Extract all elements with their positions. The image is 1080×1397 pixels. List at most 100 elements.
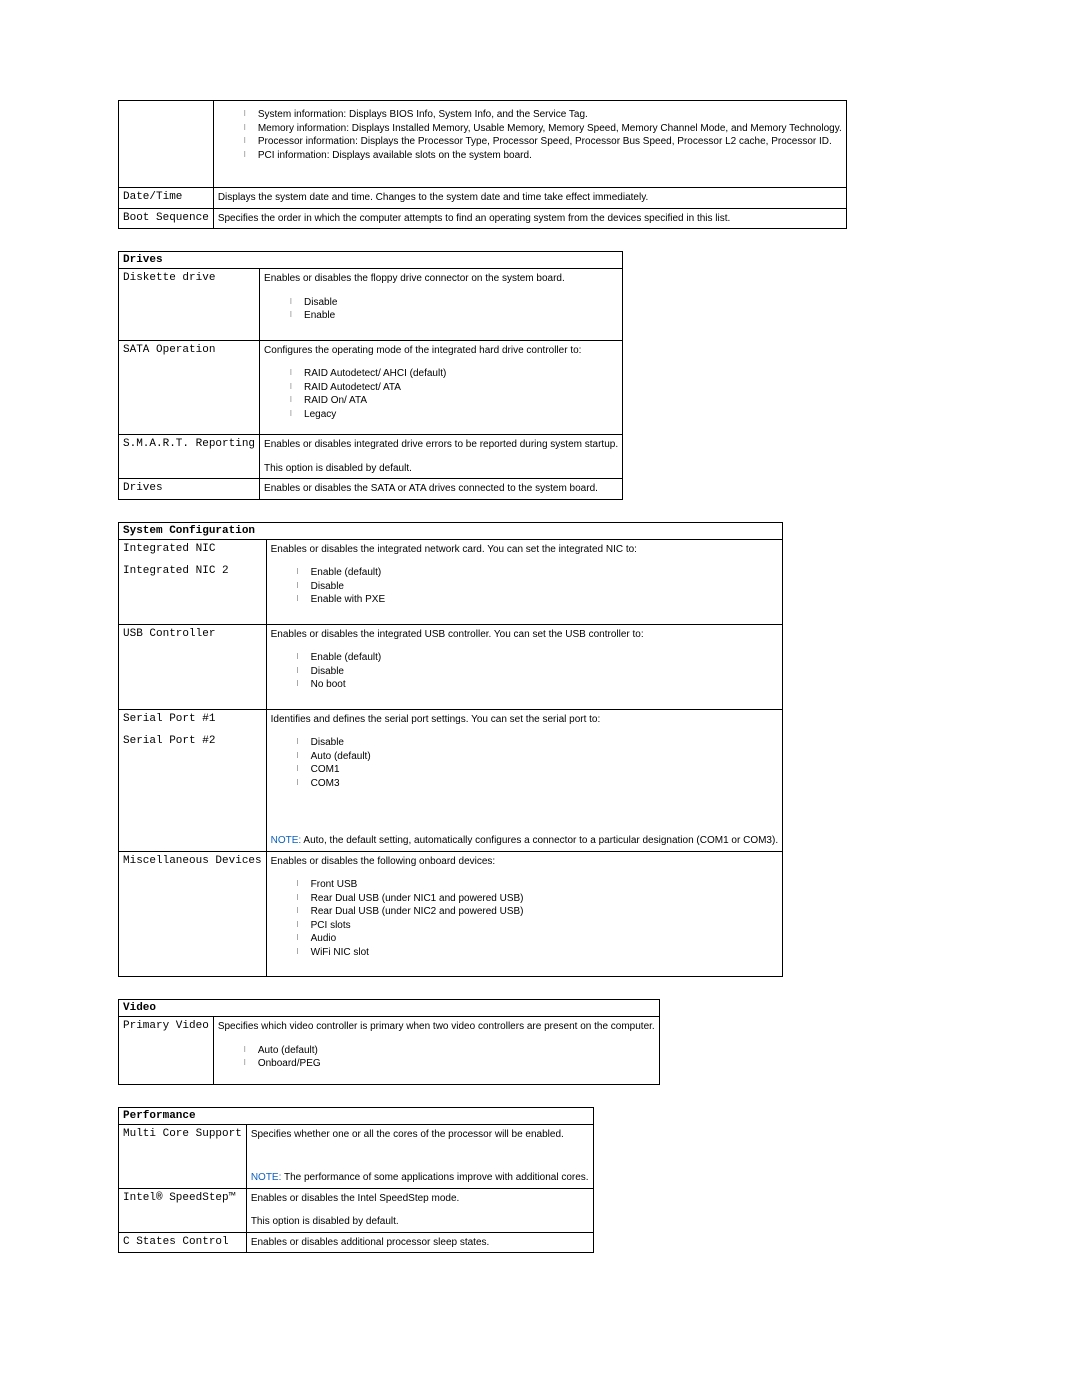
row-label: S.M.A.R.T. Reporting [119, 435, 260, 479]
row-content: Enables or disables the floppy drive con… [260, 269, 623, 341]
row-content: Displays the system date and time. Chang… [213, 188, 846, 209]
bullet-list: Front USB Rear Dual USB (under NIC1 and … [297, 878, 778, 959]
row-content: Specifies whether one or all the cores o… [246, 1124, 593, 1188]
list-item: Onboard/PEG [244, 1057, 655, 1071]
list-item: Disable [290, 296, 618, 310]
table-row: Boot Sequence Specifies the order in whi… [119, 208, 847, 229]
row-label: Multi Core Support [119, 1124, 247, 1188]
list-item: COM1 [297, 763, 778, 777]
row-content: Enables or disables the SATA or ATA driv… [260, 479, 623, 500]
table-header: Drives [119, 252, 623, 269]
bullet-list: Disable Auto (default) COM1 COM3 [297, 736, 778, 790]
table-row: Primary Video Specifies which video cont… [119, 1017, 660, 1085]
description-text: Specifies whether one or all the cores o… [251, 1129, 564, 1140]
table-header-row: Video [119, 1000, 660, 1017]
table-header-row: System Configuration [119, 522, 783, 539]
list-item: Auto (default) [244, 1044, 655, 1058]
list-item: Disable [297, 580, 778, 594]
list-item: Enable with PXE [297, 593, 778, 607]
table-drives: Drives Diskette drive Enables or disable… [118, 251, 623, 500]
note-prefix: NOTE: [271, 835, 302, 846]
row-label: Miscellaneous Devices [119, 851, 267, 977]
table-row: Serial Port #1 Serial Port #2 Identifies… [119, 709, 783, 851]
note-text: The performance of some applications imp… [281, 1172, 588, 1183]
row-label: Primary Video [119, 1017, 214, 1085]
list-item: Enable (default) [297, 566, 778, 580]
row-label: Drives [119, 479, 260, 500]
label-line: Integrated NIC 2 [123, 565, 262, 577]
table-row: System information: Displays BIOS Info, … [119, 101, 847, 188]
list-item: WiFi NIC slot [297, 946, 778, 960]
bullet-list: Enable (default) Disable Enable with PXE [297, 566, 778, 607]
table-header-row: Drives [119, 252, 623, 269]
list-item: RAID Autodetect/ ATA [290, 381, 618, 395]
list-item: Audio [297, 932, 778, 946]
list-item: Rear Dual USB (under NIC1 and powered US… [297, 892, 778, 906]
note-text: Auto, the default setting, automatically… [301, 835, 778, 846]
row-content: Specifies which video controller is prim… [213, 1017, 659, 1085]
list-item: Auto (default) [297, 750, 778, 764]
note-prefix: NOTE: [251, 1172, 282, 1183]
table-row: S.M.A.R.T. Reporting Enables or disables… [119, 435, 623, 479]
table-general: System information: Displays BIOS Info, … [118, 100, 847, 229]
table-header: Performance [119, 1107, 594, 1124]
table-row: Date/Time Displays the system date and t… [119, 188, 847, 209]
table-row: C States Control Enables or disables add… [119, 1232, 594, 1253]
list-item: Disable [297, 736, 778, 750]
table-row: SATA Operation Configures the operating … [119, 340, 623, 435]
table-row: Intel® SpeedStep™ Enables or disables th… [119, 1188, 594, 1232]
bullet-list: Auto (default) Onboard/PEG [244, 1044, 655, 1071]
page: System information: Displays BIOS Info, … [0, 0, 1080, 1397]
row-content: Specifies the order in which the compute… [213, 208, 846, 229]
list-item: RAID Autodetect/ AHCI (default) [290, 367, 618, 381]
row-label: Integrated NIC Integrated NIC 2 [119, 539, 267, 624]
row-content: Enables or disables the integrated USB c… [266, 624, 782, 709]
bullet-list: System information: Displays BIOS Info, … [244, 108, 842, 162]
row-content: Configures the operating mode of the int… [260, 340, 623, 435]
row-label: Boot Sequence [119, 208, 214, 229]
list-item: Memory information: Displays Installed M… [244, 122, 842, 136]
row-label: Serial Port #1 Serial Port #2 [119, 709, 267, 851]
row-content: Enables or disables integrated drive err… [260, 435, 623, 479]
bullet-list: RAID Autodetect/ AHCI (default) RAID Aut… [290, 367, 618, 421]
list-item: COM3 [297, 777, 778, 791]
table-row: Drives Enables or disables the SATA or A… [119, 479, 623, 500]
list-item: Enable (default) [297, 651, 778, 665]
row-label: SATA Operation [119, 340, 260, 435]
table-performance: Performance Multi Core Support Specifies… [118, 1107, 594, 1254]
description-text: Enables or disables the Intel SpeedStep … [251, 1193, 459, 1204]
table-header: Video [119, 1000, 660, 1017]
description-text: Enables or disables the floppy drive con… [264, 273, 565, 284]
list-item: Disable [297, 665, 778, 679]
list-item: No boot [297, 678, 778, 692]
table-header: System Configuration [119, 522, 783, 539]
description-text: This option is disabled by default. [264, 463, 412, 474]
table-video: Video Primary Video Specifies which vide… [118, 999, 660, 1085]
description-text: Enables or disables the integrated USB c… [271, 629, 644, 640]
row-content: Enables or disables additional processor… [246, 1232, 593, 1253]
label-line: Serial Port #1 [123, 713, 262, 725]
description-text: Enables or disables the integrated netwo… [271, 544, 637, 555]
list-item: Legacy [290, 408, 618, 422]
bullet-list: Disable Enable [290, 296, 618, 323]
table-row: Diskette drive Enables or disables the f… [119, 269, 623, 341]
row-label: Diskette drive [119, 269, 260, 341]
list-item: Enable [290, 309, 618, 323]
row-content: Enables or disables the integrated netwo… [266, 539, 782, 624]
table-row: Miscellaneous Devices Enables or disable… [119, 851, 783, 977]
row-label: USB Controller [119, 624, 267, 709]
description-text: Identifies and defines the serial port s… [271, 714, 601, 725]
table-system-configuration: System Configuration Integrated NIC Inte… [118, 522, 783, 978]
label-line: Integrated NIC [123, 543, 262, 555]
table-row: Multi Core Support Specifies whether one… [119, 1124, 594, 1188]
list-item: RAID On/ ATA [290, 394, 618, 408]
bullet-list: Enable (default) Disable No boot [297, 651, 778, 692]
list-item: PCI information: Displays available slot… [244, 149, 842, 163]
list-item: Front USB [297, 878, 778, 892]
table-row: Integrated NIC Integrated NIC 2 Enables … [119, 539, 783, 624]
list-item: PCI slots [297, 919, 778, 933]
description-text: Specifies which video controller is prim… [218, 1021, 655, 1032]
row-content: Enables or disables the following onboar… [266, 851, 782, 977]
row-label: Date/Time [119, 188, 214, 209]
description-text: Configures the operating mode of the int… [264, 345, 581, 356]
